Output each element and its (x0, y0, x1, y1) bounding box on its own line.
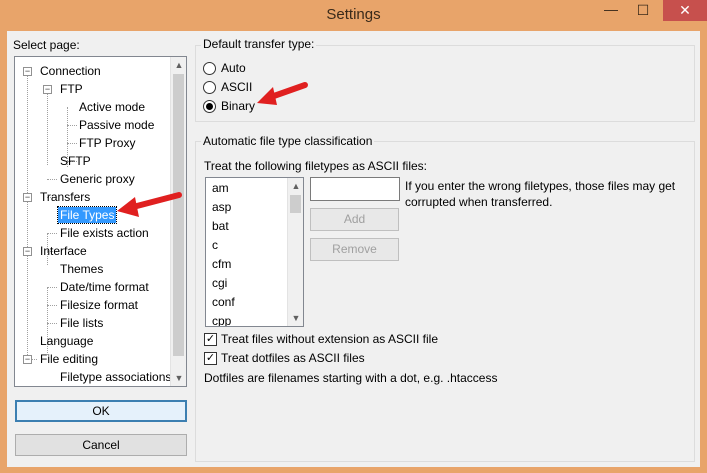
select-page-label: Select page: (13, 38, 80, 52)
radio-auto-label[interactable]: Auto (221, 61, 246, 75)
auto-classification-title: Automatic file type classification (201, 134, 375, 148)
dotfiles-checkbox[interactable]: ✓ (204, 352, 217, 365)
tree-line (47, 287, 57, 288)
tree-line (67, 143, 77, 144)
scroll-up-icon[interactable]: ▲ (288, 178, 303, 194)
list-item[interactable]: cpp (212, 313, 231, 326)
tree-line (47, 89, 48, 165)
minimize-button[interactable]: — (598, 2, 624, 20)
radio-binary-label[interactable]: Binary (221, 99, 255, 113)
wrong-filetype-note: If you enter the wrong filetypes, those … (405, 179, 676, 209)
scroll-down-icon[interactable]: ▼ (288, 310, 303, 326)
list-item[interactable]: cgi (212, 275, 227, 291)
radio-binary[interactable] (203, 100, 216, 113)
tree-item-passive-mode[interactable]: Passive mode (79, 117, 154, 133)
close-icon: ✕ (679, 2, 691, 18)
no-extension-label[interactable]: Treat files without extension as ASCII f… (221, 332, 438, 346)
radio-auto[interactable] (203, 62, 216, 75)
tree-item-file-exists-action[interactable]: File exists action (60, 225, 149, 241)
tree-item-ftp[interactable]: FTP (60, 81, 83, 97)
tree-line (47, 305, 57, 306)
list-item[interactable]: am (212, 180, 229, 196)
scroll-down-icon[interactable]: ▼ (171, 370, 186, 386)
tree-item-filesize-format[interactable]: Filesize format (60, 297, 138, 313)
list-item[interactable]: bat (212, 218, 229, 234)
red-arrow-icon (257, 82, 308, 105)
title-bar: Settings — ☐ ✕ (0, 0, 707, 31)
collapse-icon[interactable]: − (23, 247, 32, 256)
collapse-icon[interactable]: − (23, 355, 32, 364)
tree-item-file-lists[interactable]: File lists (60, 315, 103, 331)
radio-ascii[interactable] (203, 81, 216, 94)
tree-item-sftp[interactable]: SFTP (60, 153, 91, 169)
tree-item-transfers[interactable]: Transfers (40, 189, 90, 205)
dialog-client: Select page: − − − − − Connection FTP Ac… (7, 31, 700, 467)
no-extension-checkbox[interactable]: ✓ (204, 333, 217, 346)
tree-item-active-mode[interactable]: Active mode (79, 99, 145, 115)
close-button[interactable]: ✕ (663, 0, 707, 21)
collapse-icon[interactable]: − (23, 67, 32, 76)
tree-item-generic-proxy[interactable]: Generic proxy (60, 171, 135, 187)
dotfiles-note: Dotfiles are filenames starting with a d… (204, 371, 498, 385)
collapse-icon[interactable]: − (23, 193, 32, 202)
list-item[interactable]: c (212, 237, 218, 253)
tree-line (67, 125, 77, 126)
tree-scrollbar[interactable]: ▲ ▼ (170, 57, 186, 386)
scroll-thumb[interactable] (290, 195, 301, 213)
maximize-button[interactable]: ☐ (630, 2, 656, 20)
dotfiles-label[interactable]: Treat dotfiles as ASCII files (221, 351, 365, 365)
default-transfer-title: Default transfer type: (201, 37, 317, 51)
list-item[interactable]: asp (212, 199, 231, 215)
ok-button[interactable]: OK (15, 400, 187, 422)
list-item[interactable]: cfm (212, 256, 231, 272)
tree-item-file-types[interactable]: File Types (56, 206, 118, 224)
tree-item-date-time-format[interactable]: Date/time format (60, 279, 149, 295)
remove-button[interactable]: Remove (310, 238, 399, 261)
tree-item-connection[interactable]: Connection (40, 63, 101, 79)
tree-item-interface[interactable]: Interface (40, 243, 87, 259)
radio-ascii-label[interactable]: ASCII (221, 80, 252, 94)
red-arrow-icon (117, 192, 182, 217)
tree-line (47, 233, 57, 234)
tree-item-file-editing[interactable]: File editing (40, 351, 98, 367)
new-filetype-input[interactable] (310, 177, 400, 201)
treat-ascii-label: Treat the following filetypes as ASCII f… (204, 159, 427, 173)
page-tree[interactable]: − − − − − Connection FTP Active mode Pas… (14, 56, 187, 387)
tree-item-themes[interactable]: Themes (60, 261, 103, 277)
add-button[interactable]: Add (310, 208, 399, 231)
tree-line (27, 71, 28, 357)
tree-item-ftp-proxy[interactable]: FTP Proxy (79, 135, 135, 151)
tree-item-language[interactable]: Language (40, 333, 93, 349)
tree-line (47, 179, 57, 180)
filetype-list[interactable]: am asp bat c cfm cgi conf cpp ▲ ▼ (205, 177, 304, 327)
tree-line (47, 323, 57, 324)
filetype-list-scrollbar[interactable]: ▲ ▼ (287, 178, 303, 326)
scroll-up-icon[interactable]: ▲ (171, 57, 186, 73)
collapse-icon[interactable]: − (43, 85, 52, 94)
list-item[interactable]: conf (212, 294, 235, 310)
tree-item-filetype-associations[interactable]: Filetype associations (60, 369, 171, 385)
cancel-button[interactable]: Cancel (15, 434, 187, 456)
